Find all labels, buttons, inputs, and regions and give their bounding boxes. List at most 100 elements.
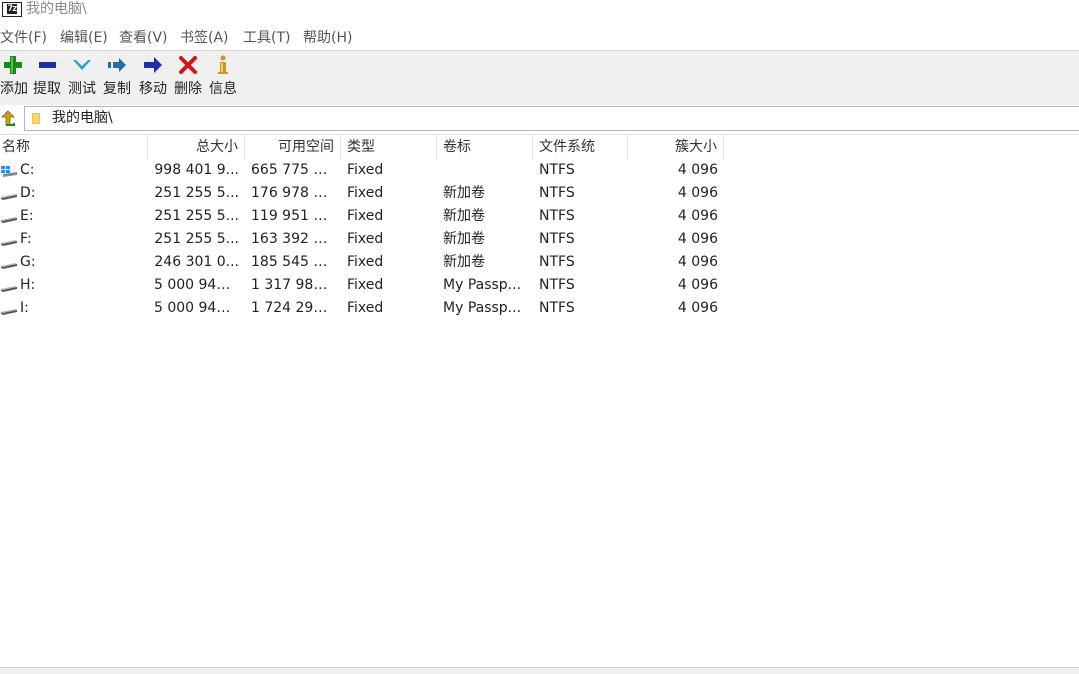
drive-name: C: [20, 162, 35, 178]
copy-button[interactable]: 复制 [102, 53, 132, 101]
name-cell: H: [0, 274, 148, 297]
toolbar: 添加 提取 测试 复制 移动 删除 信息 [0, 50, 1079, 106]
total-size-cell: 246 301 0... [154, 254, 239, 270]
menu-file[interactable]: 文件(F) [0, 27, 47, 49]
move-button[interactable]: 移动 [138, 53, 168, 101]
column-total-size[interactable]: 总大小 [148, 135, 245, 160]
column-type[interactable]: 类型 [341, 135, 437, 160]
filesystem-cell: NTFS [539, 208, 575, 224]
type-cell: Fixed [347, 300, 384, 316]
app-icon-text: 7z [6, 4, 18, 14]
drive-name: G: [20, 254, 36, 270]
free-space-cell: 185 545 6... [251, 254, 336, 270]
cluster-size-cell: 4 096 [677, 277, 718, 293]
table-row[interactable]: I: 5 000 945 ... 1 724 299 ... Fixed My Pass… [0, 297, 730, 320]
menu-bookmarks[interactable]: 书签(A) [180, 27, 229, 49]
drive-icon [1, 309, 17, 315]
name-cell: E: [0, 205, 148, 228]
volume-label-cell [437, 159, 533, 182]
test-label: 测试 [68, 81, 96, 97]
drive-icon [1, 240, 17, 246]
address-bar: 我的电脑\ [0, 105, 1079, 131]
column-name[interactable]: 名称 [0, 135, 148, 160]
delete-label: 删除 [174, 81, 202, 97]
test-button[interactable]: 测试 [67, 53, 97, 101]
cluster-size-cell: 4 096 [677, 300, 718, 316]
type-cell: Fixed [347, 277, 384, 293]
address-path: 我的电脑\ [52, 110, 113, 126]
type-cell: Fixed [347, 208, 384, 224]
table-row[interactable]: F: 251 255 5... 163 392 6... Fixed 新加卷 NTFS 4 … [0, 228, 730, 251]
free-space-cell: 1 317 982 ... [251, 277, 341, 293]
info-icon [218, 55, 228, 74]
drive-icon [1, 217, 17, 223]
drive-name: F: [20, 231, 32, 247]
total-size-cell: 5 000 945 ... [154, 300, 244, 316]
x-icon [179, 56, 197, 74]
filesystem-cell: NTFS [539, 254, 575, 270]
table-row[interactable]: H: 5 000 945 ... 1 317 982 ... Fixed My Pass… [0, 274, 730, 297]
name-cell: C: [0, 159, 148, 182]
volume-label-cell: My Passp... [443, 277, 522, 293]
up-folder-button[interactable] [0, 107, 20, 129]
info-label: 信息 [209, 81, 237, 97]
column-free-space[interactable]: 可用空间 [245, 135, 341, 160]
copy-arrow-icon [108, 58, 126, 72]
filesystem-cell: NTFS [539, 300, 575, 316]
filesystem-cell: NTFS [539, 231, 575, 247]
table-row[interactable]: E: 251 255 5... 119 951 6... Fixed 新加卷 NTFS 4 … [0, 205, 730, 228]
total-size-cell: 251 255 5... [154, 185, 239, 201]
menu-tools[interactable]: 工具(T) [243, 27, 290, 49]
cluster-size-cell: 4 096 [677, 208, 718, 224]
drive-name: H: [20, 277, 36, 293]
free-space-cell: 176 978 3... [251, 185, 336, 201]
windows-drive-icon [1, 166, 17, 177]
address-field[interactable]: 我的电脑\ [24, 106, 1079, 131]
table-row[interactable]: G: 246 301 0... 185 545 6... Fixed 新加卷 NTFS 4 … [0, 251, 730, 274]
name-cell: G: [0, 251, 148, 274]
app-icon: 7z [2, 2, 22, 17]
free-space-cell: 163 392 6... [251, 231, 336, 247]
total-size-cell: 998 401 9... [154, 162, 239, 178]
cluster-size-cell: 4 096 [677, 162, 718, 178]
plus-icon [4, 56, 22, 74]
filesystem-cell: NTFS [539, 162, 575, 178]
column-cluster-size[interactable]: 簇大小 [628, 135, 724, 160]
menu-bar: 文件(F) 编辑(E) 查看(V) 书签(A) 工具(T) 帮助(H) [0, 27, 1079, 49]
drive-name: I: [20, 300, 29, 316]
table-row[interactable]: D: 251 255 5... 176 978 3... Fixed 新加卷 NTFS 4 … [0, 182, 730, 205]
cluster-size-cell: 4 096 [677, 254, 718, 270]
type-cell: Fixed [347, 254, 384, 270]
free-space-cell: 665 775 4... [251, 162, 336, 178]
type-cell: Fixed [347, 162, 384, 178]
menu-help[interactable]: 帮助(H) [303, 27, 352, 49]
column-volume-label[interactable]: 卷标 [437, 135, 533, 160]
drive-name: D: [20, 185, 36, 201]
title-bar: 7z 我的电脑\ [0, 0, 1079, 26]
filesystem-cell: NTFS [539, 277, 575, 293]
table-row[interactable]: C: 998 401 9... 665 775 4... Fixed NTFS 4 096 [0, 159, 730, 182]
extract-button[interactable]: 提取 [32, 53, 62, 101]
add-button[interactable]: 添加 [0, 53, 28, 101]
delete-button[interactable]: 删除 [173, 53, 203, 101]
volume-label-cell: 新加卷 [443, 185, 485, 201]
menu-edit[interactable]: 编辑(E) [60, 27, 108, 49]
up-arrow-icon [1, 110, 15, 126]
name-cell: D: [0, 182, 148, 205]
total-size-cell: 251 255 5... [154, 231, 239, 247]
filesystem-cell: NTFS [539, 185, 575, 201]
volume-label-cell: 新加卷 [443, 254, 485, 270]
folder-icon [32, 113, 40, 124]
menu-view[interactable]: 查看(V) [119, 27, 168, 49]
volume-label-cell: My Passp... [443, 300, 522, 316]
drive-name: E: [20, 208, 34, 224]
extract-label: 提取 [33, 81, 61, 97]
free-space-cell: 119 951 6... [251, 208, 336, 224]
name-cell: F: [0, 228, 148, 251]
name-cell: I: [0, 297, 148, 320]
move-arrow-icon [144, 57, 162, 73]
info-button[interactable]: 信息 [208, 53, 238, 101]
volume-label-cell: 新加卷 [443, 231, 485, 247]
column-filesystem[interactable]: 文件系统 [533, 135, 628, 160]
total-size-cell: 251 255 5... [154, 208, 239, 224]
